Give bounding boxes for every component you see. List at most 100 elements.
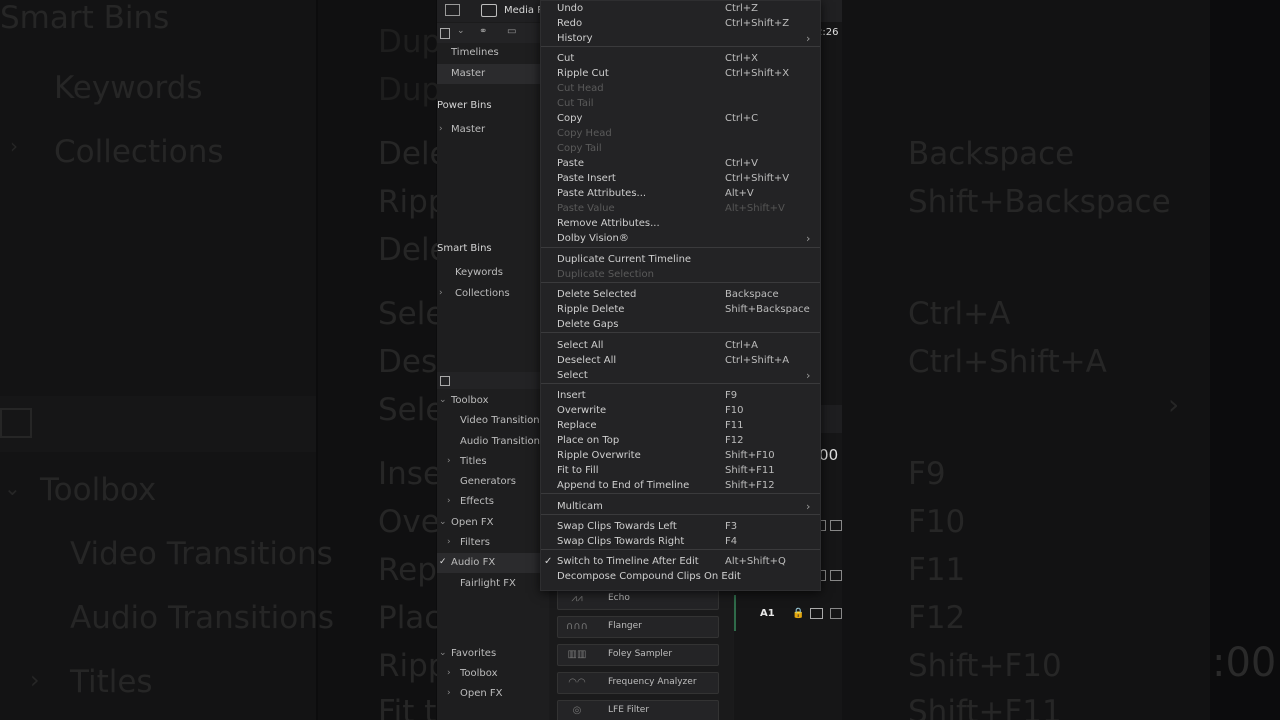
menu-item-duplicate-current-timeline[interactable]: Duplicate Current Timeline	[557, 252, 691, 267]
audio-transitions-item[interactable]: Audio Transitions	[460, 436, 545, 447]
menu-item-multicam[interactable]: Multicam	[557, 499, 603, 514]
menu-shortcut: Ctrl+X	[725, 53, 759, 64]
collections-bin[interactable]: Collections	[455, 288, 510, 299]
bg-text: Sele	[378, 296, 445, 332]
chevron-right-icon[interactable]: ›	[447, 668, 451, 678]
fx-flanger[interactable]: ∩∩∩ Flanger	[557, 616, 719, 638]
media-pool-icon[interactable]	[481, 4, 497, 17]
open-fx-item[interactable]: Open FX	[451, 517, 494, 528]
fairlight-fx-item[interactable]: Fairlight FX	[460, 578, 516, 589]
bg-text: Titles	[70, 664, 153, 700]
fx-foley-sampler[interactable]: ▥▥ Foley Sampler	[557, 644, 719, 666]
fx-echo[interactable]: ⩘⩘ Echo	[557, 588, 719, 610]
menu-item-paste-insert[interactable]: Paste Insert	[557, 171, 616, 186]
menu-shortcut: Ctrl+Shift+V	[725, 173, 790, 184]
bg-text: Smart Bins	[0, 0, 170, 36]
menu-item-undo[interactable]: Undo	[557, 1, 583, 16]
lock-icon[interactable]: 🔒	[792, 608, 804, 619]
menu-item-select-all[interactable]: Select All	[557, 338, 603, 353]
menu-item-remove-attributes[interactable]: Remove Attributes...	[557, 216, 660, 231]
track-icon[interactable]	[830, 520, 842, 531]
titles-item[interactable]: Titles	[460, 456, 487, 467]
menu-shortcut: Ctrl+A	[725, 340, 759, 351]
menu-item-swap-clips-towards-right[interactable]: Swap Clips Towards Right	[557, 534, 684, 549]
menu-item-overwrite[interactable]: Overwrite	[557, 403, 606, 418]
link-icon[interactable]: ⚭	[479, 26, 487, 37]
bg-text: F9	[908, 456, 946, 492]
panel-toolbar: ⌄ ⚭ ▭	[437, 23, 549, 43]
track-icon[interactable]	[830, 570, 842, 581]
menu-item-insert[interactable]: Insert	[557, 388, 586, 403]
menu-item-copy[interactable]: Copy	[557, 111, 582, 126]
panel-toggle-icon[interactable]	[440, 28, 450, 39]
menu-item-duplicate-selection: Duplicate Selection	[557, 269, 654, 280]
menu-item-replace[interactable]: Replace	[557, 418, 597, 433]
fx-frequency-analyzer[interactable]: ◠◠ Frequency Analyzer	[557, 672, 719, 694]
menu-item-dolby-vision[interactable]: Dolby Vision®	[557, 231, 629, 246]
menu-shortcut: F9	[725, 390, 738, 401]
chevron-right-icon: ›	[10, 134, 18, 158]
menu-item-ripple-overwrite[interactable]: Ripple Overwrite	[557, 448, 641, 463]
audio-fx-item[interactable]: ✓ Audio FX	[437, 553, 549, 573]
menu-separator	[541, 247, 820, 248]
menu-item-select[interactable]: Select	[557, 368, 588, 383]
chevron-right-icon[interactable]: ›	[439, 288, 443, 298]
chevron-right-icon[interactable]: ›	[447, 537, 451, 547]
chevron-right-icon[interactable]: ›	[439, 124, 443, 134]
menu-shortcut: Ctrl+Shift+Z	[725, 18, 790, 29]
menu-item-append-to-end-of-timeline[interactable]: Append to End of Timeline	[557, 478, 689, 493]
video-transitions-item[interactable]: Video Transitions	[460, 415, 545, 426]
menu-item-paste-value: Paste Value	[557, 203, 615, 214]
timelines-bin[interactable]: Timelines	[451, 47, 499, 58]
filters-item[interactable]: Filters	[460, 537, 490, 548]
chevron-down-icon[interactable]: ⌄	[439, 517, 447, 527]
keywords-bin[interactable]: Keywords	[455, 267, 503, 278]
menu-item-paste[interactable]: Paste	[557, 156, 584, 171]
effects-item[interactable]: Effects	[460, 496, 494, 507]
menu-item-swap-clips-towards-left[interactable]: Swap Clips Towards Left	[557, 519, 677, 534]
chevron-right-icon[interactable]: ›	[447, 456, 451, 466]
menu-separator	[541, 282, 820, 283]
chevron-right-icon[interactable]: ›	[447, 688, 451, 698]
fav-open-fx-item[interactable]: Open FX	[460, 688, 503, 699]
master-bin[interactable]: Master	[437, 64, 549, 84]
menu-item-cut[interactable]: Cut	[557, 51, 574, 66]
smart-bins-header: Smart Bins	[437, 243, 492, 254]
fx-lfe-filter[interactable]: ◎ LFE Filter	[557, 700, 719, 720]
chevron-down-icon[interactable]: ⌄	[439, 395, 447, 405]
menu-item-deselect-all[interactable]: Deselect All	[557, 353, 616, 368]
menu-item-redo[interactable]: Redo	[557, 16, 582, 31]
chevron-down-icon[interactable]: ⌄	[457, 26, 465, 36]
menu-item-history[interactable]: History	[557, 31, 593, 46]
chevron-right-icon[interactable]: ›	[447, 496, 451, 506]
panel-toggle-icon	[0, 408, 32, 438]
menu-shortcut: Shift+Backspace	[725, 304, 810, 315]
toolbox-item[interactable]: Toolbox	[451, 395, 489, 406]
menu-item-paste-attributes[interactable]: Paste Attributes...	[557, 186, 646, 201]
comment-icon[interactable]: ▭	[507, 26, 516, 37]
fav-toolbox-item[interactable]: Toolbox	[460, 668, 498, 679]
menu-item-ripple-cut[interactable]: Ripple Cut	[557, 66, 609, 81]
menu-shortcut: F3	[725, 521, 738, 532]
solo-button[interactable]	[830, 608, 842, 619]
generators-item[interactable]: Generators	[460, 476, 516, 487]
panel-toggle-icon[interactable]	[440, 376, 450, 386]
menu-shortcut: Alt+V	[725, 188, 754, 199]
chevron-down-icon[interactable]: ⌄	[439, 648, 447, 658]
menu-item-switch-to-timeline-after-edit[interactable]: Switch to Timeline After Edit	[557, 554, 699, 569]
menu-item-delete-gaps[interactable]: Delete Gaps	[557, 317, 618, 332]
menu-item-ripple-delete[interactable]: Ripple Delete	[557, 302, 624, 317]
bg-text: Keywords	[54, 70, 203, 106]
favorites-header[interactable]: Favorites	[451, 648, 496, 659]
monitor-icon[interactable]	[445, 4, 460, 16]
menu-separator	[541, 493, 820, 494]
menu-item-copy-head: Copy Head	[557, 128, 612, 139]
menu-item-delete-selected[interactable]: Delete Selected	[557, 287, 636, 302]
menu-item-decompose-compound-clips-on-edit[interactable]: Decompose Compound Clips On Edit	[557, 569, 741, 584]
menu-item-place-on-top[interactable]: Place on Top	[557, 433, 619, 448]
bg-text: Shift+F10	[908, 648, 1062, 684]
auto-select-icon[interactable]	[810, 608, 823, 619]
power-bin-master[interactable]: Master	[451, 124, 485, 135]
menu-item-fit-to-fill[interactable]: Fit to Fill	[557, 463, 598, 478]
media-pool-tab[interactable]: Media P	[504, 5, 543, 16]
